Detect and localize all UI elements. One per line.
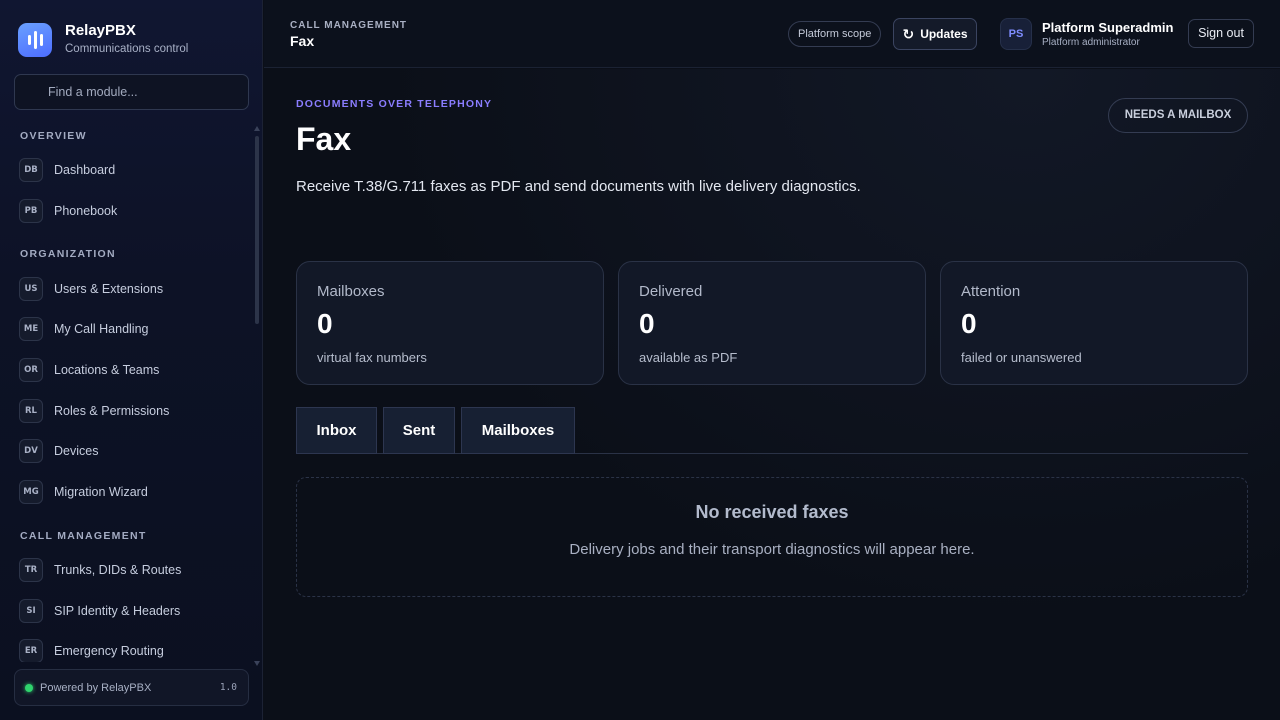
sidebar-item-locations-teams[interactable]: OR Locations & Teams [0,350,252,391]
status-dot-icon [25,683,33,692]
breadcrumb-title: Fax [290,33,315,49]
sidebar-item-my-call-handling[interactable]: ME My Call Handling [0,309,252,350]
sidebar-item-label: My Call Handling [54,322,149,337]
nav-section-title: OVERVIEW [20,130,87,142]
breadcrumb-section: CALL MANAGEMENT [290,20,408,31]
sidebar-nav: OVERVIEW DB Dashboard PB Phonebook ORGAN… [0,122,252,662]
sidebar-item-sip-identity[interactable]: SI SIP Identity & Headers [0,590,252,631]
relaypbx-logo-icon [18,22,52,57]
stat-card-attention: Attention 0 failed or unanswered [940,261,1248,385]
stat-subtext: failed or unanswered [961,350,1082,365]
topbar: CALL MANAGEMENT Fax Platform scope ↻ Upd… [264,0,1280,68]
user-name: Platform Superadmin [1042,20,1174,35]
stat-subtext: virtual fax numbers [317,350,427,365]
empty-state-title: No received faxes [695,502,849,522]
stat-label: Attention [961,283,1021,300]
empty-state-description: Delivery jobs and their transport diagno… [569,541,975,558]
stat-label: Delivered [639,283,703,300]
brand-name: RelayPBX [65,22,136,39]
stat-value: 0 [961,308,977,339]
sidebar-item-label: SIP Identity & Headers [54,603,181,618]
needs-mailbox-button[interactable]: NEEDS A MAILBOX [1108,98,1248,133]
page-eyebrow: DOCUMENTS OVER TELEPHONY [296,98,493,110]
phonebook-icon: PB [19,199,43,224]
sidebar-item-roles-permissions[interactable]: RL Roles & Permissions [0,390,252,431]
nav-section-title: ORGANIZATION [20,248,116,261]
module-search-input[interactable]: Find a module... [14,74,249,110]
tab-mailboxes[interactable]: Mailboxes [461,407,575,454]
page-description: Receive T.38/G.711 faxes as PDF and send… [296,178,861,195]
sidebar-item-dashboard[interactable]: DB Dashboard [0,150,252,191]
sidebar-item-label: Users & Extensions [54,281,164,296]
call-handling-icon: ME [19,317,43,342]
scrollbar-thumb[interactable] [255,136,259,324]
scroll-up-arrow-icon[interactable] [254,126,260,131]
migration-icon: MG [19,480,43,505]
user-role: Platform administrator [1042,37,1140,48]
devices-icon: DV [19,439,43,464]
sidebar-item-label: Roles & Permissions [54,403,170,418]
empty-state: No received faxes Delivery jobs and thei… [296,477,1248,597]
updates-label: Updates [920,27,968,41]
sidebar-item-devices[interactable]: DV Devices [0,431,252,472]
stat-value: 0 [639,308,655,339]
updates-button[interactable]: ↻ Updates [893,18,977,50]
refresh-icon: ↻ [902,26,915,42]
users-icon: US [19,276,43,301]
sidebar: RelayPBX Communications control Find a m… [0,0,263,720]
scroll-down-arrow-icon[interactable] [254,661,260,666]
avatar[interactable]: PS [1000,18,1032,50]
sip-identity-icon: SI [19,598,43,623]
sidebar-item-phonebook[interactable]: PB Phonebook [0,191,252,232]
sidebar-item-label: Devices [54,444,99,459]
stat-label: Mailboxes [317,283,385,300]
brand[interactable]: RelayPBX Communications control [18,21,188,58]
sidebar-item-emergency-routing[interactable]: ER Emergency Routing [0,631,252,662]
powered-by-text: Powered by RelayPBX [40,681,152,694]
version-label: 1.0 [219,682,237,693]
sidebar-item-label: Migration Wizard [54,485,148,500]
sidebar-item-label: Locations & Teams [54,363,160,378]
stat-card-delivered: Delivered 0 available as PDF [618,261,926,385]
app-root: RelayPBX Communications control Find a m… [0,0,1280,720]
tab-sent[interactable]: Sent [383,407,455,454]
dashboard-icon: DB [19,158,43,183]
emergency-icon: ER [19,639,43,662]
sidebar-item-migration-wizard[interactable]: MG Migration Wizard [0,472,252,513]
sign-out-button[interactable]: Sign out [1188,19,1254,48]
sidebar-item-label: Trunks, DIDs & Routes [54,562,182,577]
sidebar-scrollbar[interactable] [254,126,260,668]
nav-section-title: CALL MANAGEMENT [20,529,147,542]
page-title: Fax [296,121,352,157]
stat-value: 0 [317,308,333,339]
trunks-icon: TR [19,557,43,582]
sidebar-item-trunks[interactable]: TR Trunks, DIDs & Routes [0,550,252,591]
roles-icon: RL [19,398,43,423]
main-content: DOCUMENTS OVER TELEPHONY Fax Receive T.3… [264,69,1280,720]
stat-subtext: available as PDF [639,350,738,365]
stat-card-mailboxes: Mailboxes 0 virtual fax numbers [296,261,604,385]
fax-tabs: Inbox Sent Mailboxes [296,407,1248,454]
sidebar-item-label: Phonebook [54,204,118,219]
tab-inbox[interactable]: Inbox [296,407,377,454]
sidebar-item-users[interactable]: US Users & Extensions [0,268,252,309]
sidebar-item-label: Dashboard [54,163,116,178]
powered-by-chip: Powered by RelayPBX 1.0 [14,669,249,706]
sidebar-item-label: Emergency Routing [54,644,164,659]
scope-pill[interactable]: Platform scope [788,21,882,47]
brand-subtitle: Communications control [65,43,189,55]
locations-icon: OR [19,358,43,383]
